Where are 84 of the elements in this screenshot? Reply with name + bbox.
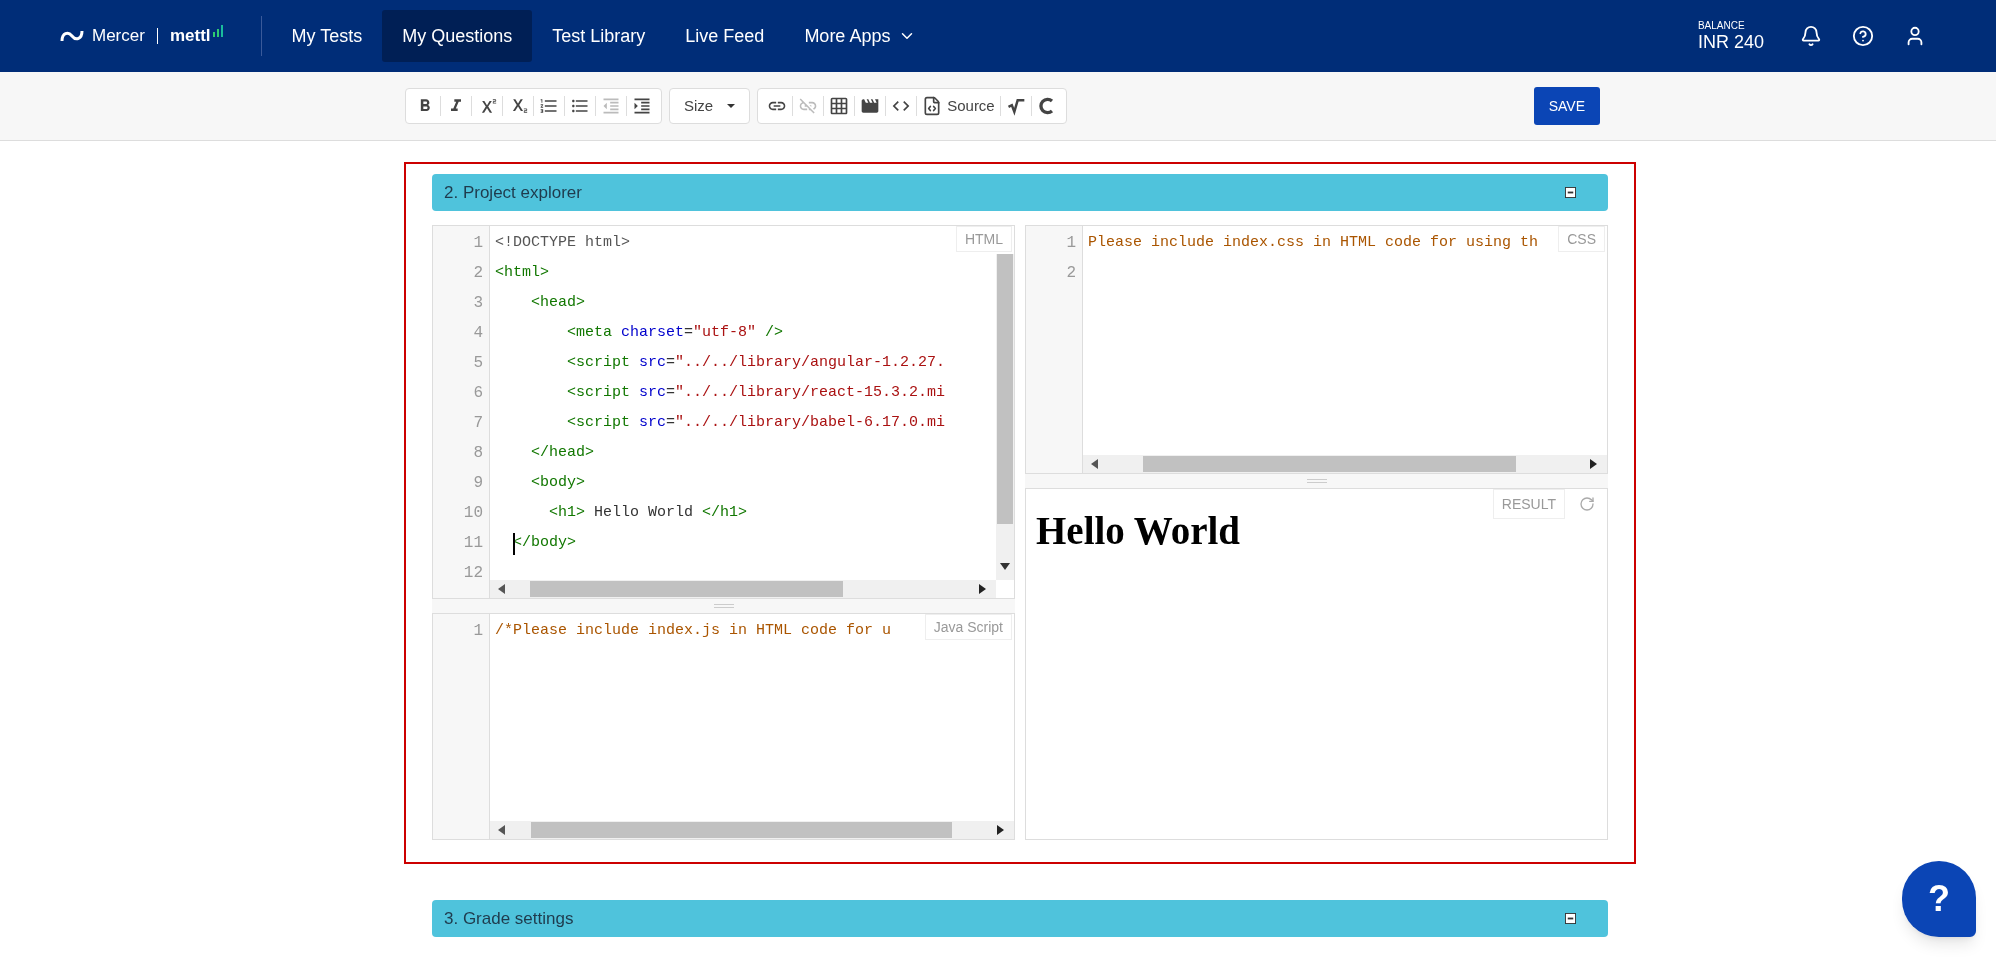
result-heading: Hello World [1036,511,1242,550]
section-title: 2. Project explorer [444,181,582,204]
code-line: <script src="../../library/react-15.3.2.mi [566,383,946,403]
code-line: Please include index.css in HTML code for using th [1088,233,1539,253]
collapse-icon[interactable] [1565,913,1576,924]
scroll-left-icon[interactable] [1091,459,1099,469]
scrollbar-thumb[interactable] [530,581,844,597]
code-line: <html> [495,263,549,283]
outdent-icon [601,96,621,116]
balance-value: INR 240 [1697,33,1764,51]
editor-language-label: CSS [1558,226,1605,252]
editor-language-label: Java Script [924,614,1012,640]
line-number: 7 [472,413,484,434]
horizontal-scrollbar[interactable] [490,821,1014,839]
collapse-icon[interactable] [1565,187,1576,198]
balance-label: BALANCE [1697,21,1746,31]
code-line: </body> [495,528,576,558]
code-line: </head> [530,443,595,463]
scroll-down-icon[interactable] [999,562,1011,570]
result-label: RESULT [1492,489,1565,519]
line-number: 3 [472,293,484,314]
line-number: 8 [472,443,484,464]
line-number: 12 [462,563,484,584]
horizontal-scrollbar[interactable] [490,580,996,598]
source-button[interactable]: Source [917,90,1000,122]
section-title: 3. Grade settings [444,907,574,930]
scroll-right-icon[interactable] [978,584,986,594]
square-root-icon [1005,96,1026,116]
numbered-list-icon [539,96,559,116]
unlink-icon [798,96,819,116]
horizontal-scrollbar[interactable] [1083,455,1607,473]
scroll-left-icon[interactable] [498,825,506,835]
scroll-right-icon[interactable] [1589,459,1597,469]
source-icon [922,96,943,116]
line-number: 5 [472,353,484,374]
code-line: /*Please include index.js in HTML code for u [495,621,892,641]
code-line: <head> [530,293,585,313]
line-number: 1 [472,621,484,642]
product-name: mettl [169,25,211,48]
code-line: <meta charset="utf-8" /> [566,323,784,343]
line-number: 2 [1065,263,1077,284]
save-button[interactable]: SAVE [1533,87,1600,125]
nav-tab[interactable]: Live Feed [665,10,785,62]
help-chat-button[interactable]: ? [1902,861,1976,937]
bars-icon [212,25,223,37]
line-number: 1 [1065,233,1077,254]
section-header[interactable]: 2. Project explorer [432,174,1608,211]
scrollbar-thumb[interactable] [531,822,952,838]
film-icon [860,96,881,116]
nav-tab[interactable]: My Tests [271,10,383,62]
scrollbar-thumb[interactable] [997,254,1013,524]
splitter-handle-icon[interactable] [713,604,734,608]
size-dropdown[interactable]: Size [674,90,746,122]
table-icon [829,96,850,116]
notifications-icon[interactable] [1800,25,1822,47]
nav-tab[interactable]: More Apps [784,10,937,62]
code-line: <!DOCTYPE html> [495,233,631,253]
nav-tab[interactable]: My Questions [382,10,533,62]
line-number: 10 [462,503,484,524]
nav-tab[interactable]: Test Library [532,10,666,62]
brand-name: Mercer [92,25,145,48]
code-line: <body> [530,473,585,493]
css-code-editor[interactable]: 1 2 Please include index.css in HTML code for using th CSS [1025,225,1608,474]
splitter-handle-icon[interactable] [1306,479,1327,483]
help-icon[interactable] [1852,25,1874,47]
indent-icon [632,96,652,116]
code-line: <h1> Hello World </h1> [548,503,748,523]
line-number: 2 [472,263,484,284]
scrollbar-thumb[interactable] [1143,456,1517,472]
logo-icon [60,29,84,43]
line-number: 6 [472,383,484,404]
scroll-left-icon[interactable] [498,584,506,594]
javascript-code-editor[interactable]: 1 /*Please include index.js in HTML code for u Java Script [432,613,1015,840]
line-number: 4 [472,323,484,344]
scroll-right-icon[interactable] [996,825,1004,835]
code-line: <script src="../../library/angular-1.2.27. [566,353,946,373]
editor-language-label: HTML [955,226,1012,252]
caret-icon [727,104,736,108]
line-number: 9 [472,473,484,494]
line-number: 11 [462,533,484,554]
vertical-scrollbar[interactable] [996,254,1014,580]
line-number: 1 [472,233,484,254]
section-header[interactable]: 3. Grade settings [432,900,1608,937]
code-line: <script src="../../library/babel-6.17.0.mi [566,413,946,433]
